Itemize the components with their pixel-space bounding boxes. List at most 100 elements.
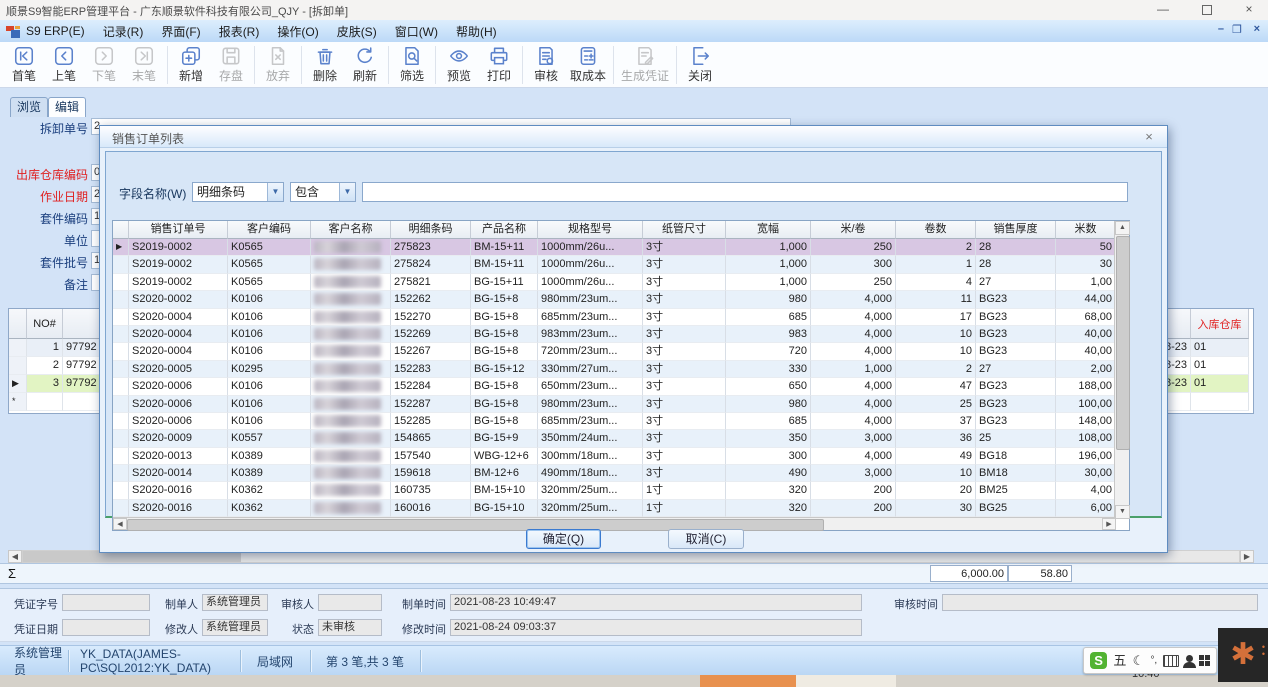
toolbar-cost-button[interactable]: 取成本	[566, 43, 610, 87]
modal-titlebar[interactable]: 销售订单列表 ×	[100, 126, 1167, 148]
column-header-7[interactable]: 宽幅	[726, 221, 811, 239]
scroll-down-icon[interactable]: ▼	[1115, 505, 1130, 519]
column-header-8[interactable]: 米/卷	[811, 221, 896, 239]
table-row[interactable]: S2019-0002K0565275821BG-15+111000mm/26u.…	[113, 274, 1116, 291]
taskbar-active-app[interactable]	[700, 675, 796, 687]
table-row[interactable]: S2020-0004K0106152270BG-15+8685mm/23um..…	[113, 309, 1116, 326]
column-header-4[interactable]: 产品名称	[471, 221, 538, 239]
column-header-5[interactable]: 规格型号	[538, 221, 643, 239]
toolbar-first-button[interactable]: 首笔	[4, 43, 44, 87]
modal-close-icon[interactable]: ×	[1141, 129, 1157, 144]
column-header-9[interactable]: 卷数	[896, 221, 976, 239]
tab-edit[interactable]: 编辑	[48, 97, 86, 117]
menu-item-4[interactable]: 操作(O)	[277, 23, 318, 40]
vscrollbar-thumb[interactable]	[1116, 236, 1130, 450]
table-row[interactable]: S2020-0014K0389159618BM-12+6490mm/18um..…	[113, 465, 1116, 482]
bg-grid-cell-no[interactable]	[27, 393, 63, 411]
toolbar-audit-button[interactable]: 审核	[526, 43, 566, 87]
ok-button[interactable]: 确定(Q)	[526, 529, 601, 549]
row-indicator	[113, 482, 129, 499]
table-row[interactable]: S2019-0002K0565275824BM-15+111000mm/26u.…	[113, 256, 1116, 273]
table-row[interactable]: S2020-0002K0106152262BG-15+8980mm/23um..…	[113, 291, 1116, 308]
account-icon[interactable]	[1186, 655, 1193, 662]
grid-scroll-left-icon[interactable]: ◀	[8, 550, 22, 563]
bg-grid-cell-wh[interactable]: 01	[1191, 375, 1249, 393]
cancel-button[interactable]: 取消(C)	[668, 529, 744, 549]
bg-grid-cell-no[interactable]: 2	[27, 357, 63, 375]
punctuation-icon[interactable]: °,	[1150, 656, 1157, 666]
scroll-right-icon[interactable]: ▶	[1102, 518, 1116, 530]
filter-operator-select[interactable]: 包含▼	[290, 182, 356, 202]
toolbar-preview-button[interactable]: 预览	[439, 43, 479, 87]
modal-grid-hscrollbar[interactable]: ◀ ▶	[113, 517, 1116, 530]
maximize-icon[interactable]	[1190, 1, 1224, 19]
column-header-6[interactable]: 纸管尺寸	[643, 221, 726, 239]
toolbar-print-button[interactable]: 打印	[479, 43, 519, 87]
table-row[interactable]: S2020-0006K0106152284BG-15+8650mm/23um..…	[113, 378, 1116, 395]
chevron-down-icon[interactable]: ▼	[267, 183, 283, 201]
grid-vscrollbar[interactable]: ▲ ▼	[1114, 221, 1129, 519]
bg-grid-cell-ind[interactable]: ▶	[9, 375, 27, 393]
toolbar-filter-button[interactable]: 筛选	[392, 43, 432, 87]
screen-recorder-overlay[interactable]: ✱ ••	[1218, 628, 1268, 682]
column-header-2[interactable]: 客户名称	[311, 221, 391, 239]
table-row[interactable]: ▶S2019-0002K0565275823BM-15+111000mm/26u…	[113, 239, 1116, 256]
table-row[interactable]: S2020-0006K0106152285BG-15+8685mm/23um..…	[113, 413, 1116, 430]
menu-item-2[interactable]: 界面(F)	[161, 23, 200, 40]
wubi-mode-icon[interactable]: 五	[1113, 654, 1126, 667]
scroll-up-icon[interactable]: ▲	[1115, 221, 1130, 235]
table-row[interactable]: S2020-0016K0362160735BM-15+10320mm/25um.…	[113, 482, 1116, 499]
bg-grid-cell-no[interactable]: 1	[27, 339, 63, 357]
menu-item-1[interactable]: 记录(R)	[103, 23, 144, 40]
bg-grid-header-ind[interactable]	[9, 309, 27, 339]
tab-browse[interactable]: 浏览	[10, 97, 48, 117]
table-row[interactable]: S2020-0016K0362160016BG-15+10320mm/25um.…	[113, 500, 1116, 517]
bg-grid-cell-wh[interactable]: 01	[1191, 357, 1249, 375]
bg-grid-cell-ind[interactable]: *	[9, 393, 27, 411]
soft-keyboard-icon[interactable]	[1163, 655, 1179, 667]
menu-item-6[interactable]: 窗口(W)	[395, 23, 438, 40]
bg-grid-cell-ind[interactable]	[9, 357, 27, 375]
table-row[interactable]: S2020-0005K0295152283BG-15+12330mm/27um.…	[113, 361, 1116, 378]
grid-cell: 1,000	[726, 256, 811, 273]
table-row[interactable]: S2020-0009K0557154865BG-15+9350mm/24um..…	[113, 430, 1116, 447]
column-header-10[interactable]: 销售厚度	[976, 221, 1056, 239]
grid-scroll-right-icon[interactable]: ▶	[1240, 550, 1254, 563]
close-icon[interactable]: ×	[1232, 1, 1266, 19]
column-header-1[interactable]: 客户编码	[228, 221, 311, 239]
menu-item-0[interactable]: S9 ERP(E)	[26, 24, 85, 38]
column-header-0[interactable]: 销售订单号	[129, 221, 228, 239]
bg-grid-cell-no[interactable]: 3	[27, 375, 63, 393]
mdi-restore-icon[interactable]: ❐	[1232, 23, 1242, 36]
minimize-icon[interactable]: —	[1146, 1, 1180, 19]
column-header-3[interactable]: 明细条码	[391, 221, 471, 239]
toolbar-refresh-button[interactable]: 刷新	[345, 43, 385, 87]
sogou-ime-icon[interactable]: S	[1090, 652, 1107, 669]
bg-grid-cell-ind[interactable]	[9, 339, 27, 357]
scroll-left-icon[interactable]: ◀	[113, 518, 127, 530]
mdi-minimize-icon[interactable]: –	[1218, 23, 1224, 35]
table-row[interactable]: S2020-0013K0389157540WBG-12+6300mm/18um.…	[113, 448, 1116, 465]
filter-value-input[interactable]	[362, 182, 1128, 202]
taskbar-app[interactable]	[796, 675, 896, 687]
halfmoon-icon[interactable]: ☾	[1133, 654, 1145, 667]
ime-toolbox-icon[interactable]	[1199, 655, 1210, 666]
table-row[interactable]: S2020-0004K0106152269BG-15+8983mm/23um..…	[113, 326, 1116, 343]
mdi-close-icon[interactable]: ×	[1254, 23, 1260, 35]
toolbar-new-button[interactable]: 新增	[171, 43, 211, 87]
toolbar-close-door-button[interactable]: 关闭	[680, 43, 720, 87]
chevron-down-icon[interactable]: ▼	[339, 183, 355, 201]
menu-item-5[interactable]: 皮肤(S)	[337, 23, 377, 40]
menu-item-3[interactable]: 报表(R)	[219, 23, 260, 40]
bg-grid-cell-wh[interactable]	[1191, 393, 1249, 411]
bg-grid-cell-wh[interactable]: 01	[1191, 339, 1249, 357]
table-row[interactable]: S2020-0006K0106152287BG-15+8980mm/23um..…	[113, 396, 1116, 413]
bg-grid-header-no[interactable]: NO#	[27, 309, 63, 339]
toolbar-delete-button[interactable]: 删除	[305, 43, 345, 87]
table-row[interactable]: S2020-0004K0106152267BG-15+8720mm/23um..…	[113, 343, 1116, 360]
filter-field-select[interactable]: 明细条码▼	[192, 182, 284, 202]
toolbar-prev-button[interactable]: 上笔	[44, 43, 84, 87]
menu-item-7[interactable]: 帮助(H)	[456, 23, 497, 40]
column-header-11[interactable]: 米数	[1056, 221, 1116, 239]
bg-grid-header-wh[interactable]: 入库仓库	[1191, 309, 1249, 339]
